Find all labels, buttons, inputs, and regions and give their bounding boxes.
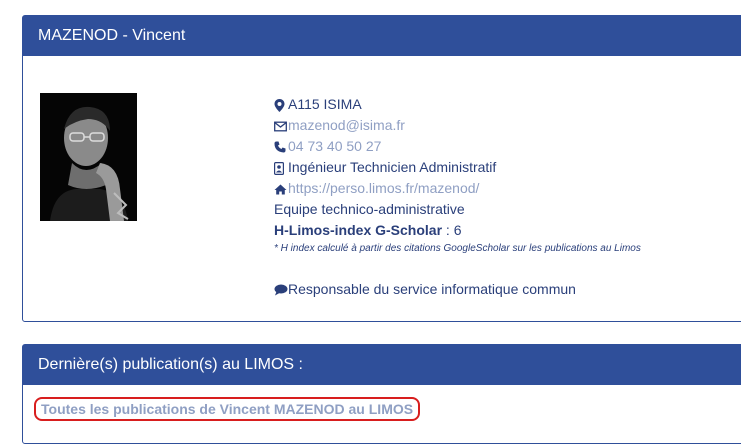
contact-info: A115 ISIMA mazenod@isima.fr 04 73 40 50 … <box>274 94 641 300</box>
website-link[interactable]: https://perso.limos.fr/mazenod/ <box>288 180 479 196</box>
position-text: Ingénieur Technicien Administratif <box>288 159 497 175</box>
hindex-value: : 6 <box>442 222 462 238</box>
home-icon <box>274 184 287 195</box>
all-publications-link[interactable]: Toutes les publications de Vincent MAZEN… <box>34 397 421 421</box>
phone-row: 04 73 40 50 27 <box>274 136 641 157</box>
email-row[interactable]: mazenod@isima.fr <box>274 115 641 136</box>
comment-icon <box>274 284 288 296</box>
profile-photo <box>40 93 137 221</box>
phone-text: 04 73 40 50 27 <box>288 138 382 154</box>
office-row: A115 ISIMA <box>274 94 641 115</box>
map-marker-icon <box>274 98 287 112</box>
hindex-row: H-Limos-index G-Scholar : 6 <box>274 220 641 241</box>
id-badge-icon <box>274 161 287 175</box>
position-row: Ingénieur Technicien Administratif <box>274 157 641 178</box>
hindex-label: H-Limos-index G-Scholar <box>274 222 443 238</box>
phone-icon <box>274 141 287 153</box>
publications-header: Dernière(s) publication(s) au LIMOS : <box>23 345 741 385</box>
email-link[interactable]: mazenod@isima.fr <box>288 117 405 133</box>
profile-header: MAZENOD - Vincent <box>23 16 741 56</box>
responsibility-text: Responsable du service informatique comm… <box>288 281 576 297</box>
publications-panel: Dernière(s) publication(s) au LIMOS : To… <box>22 344 741 444</box>
responsibility-row: Responsable du service informatique comm… <box>274 279 641 300</box>
website-row[interactable]: https://perso.limos.fr/mazenod/ <box>274 178 641 199</box>
profile-panel: MAZENOD - Vincent A115 ISIMA mazenod@isi… <box>22 15 741 322</box>
hindex-note: * H index calculé à partir des citations… <box>274 243 641 254</box>
office-text: A115 ISIMA <box>288 96 362 112</box>
team-text: Equipe technico-administrative <box>274 201 465 217</box>
envelope-icon <box>274 121 287 132</box>
